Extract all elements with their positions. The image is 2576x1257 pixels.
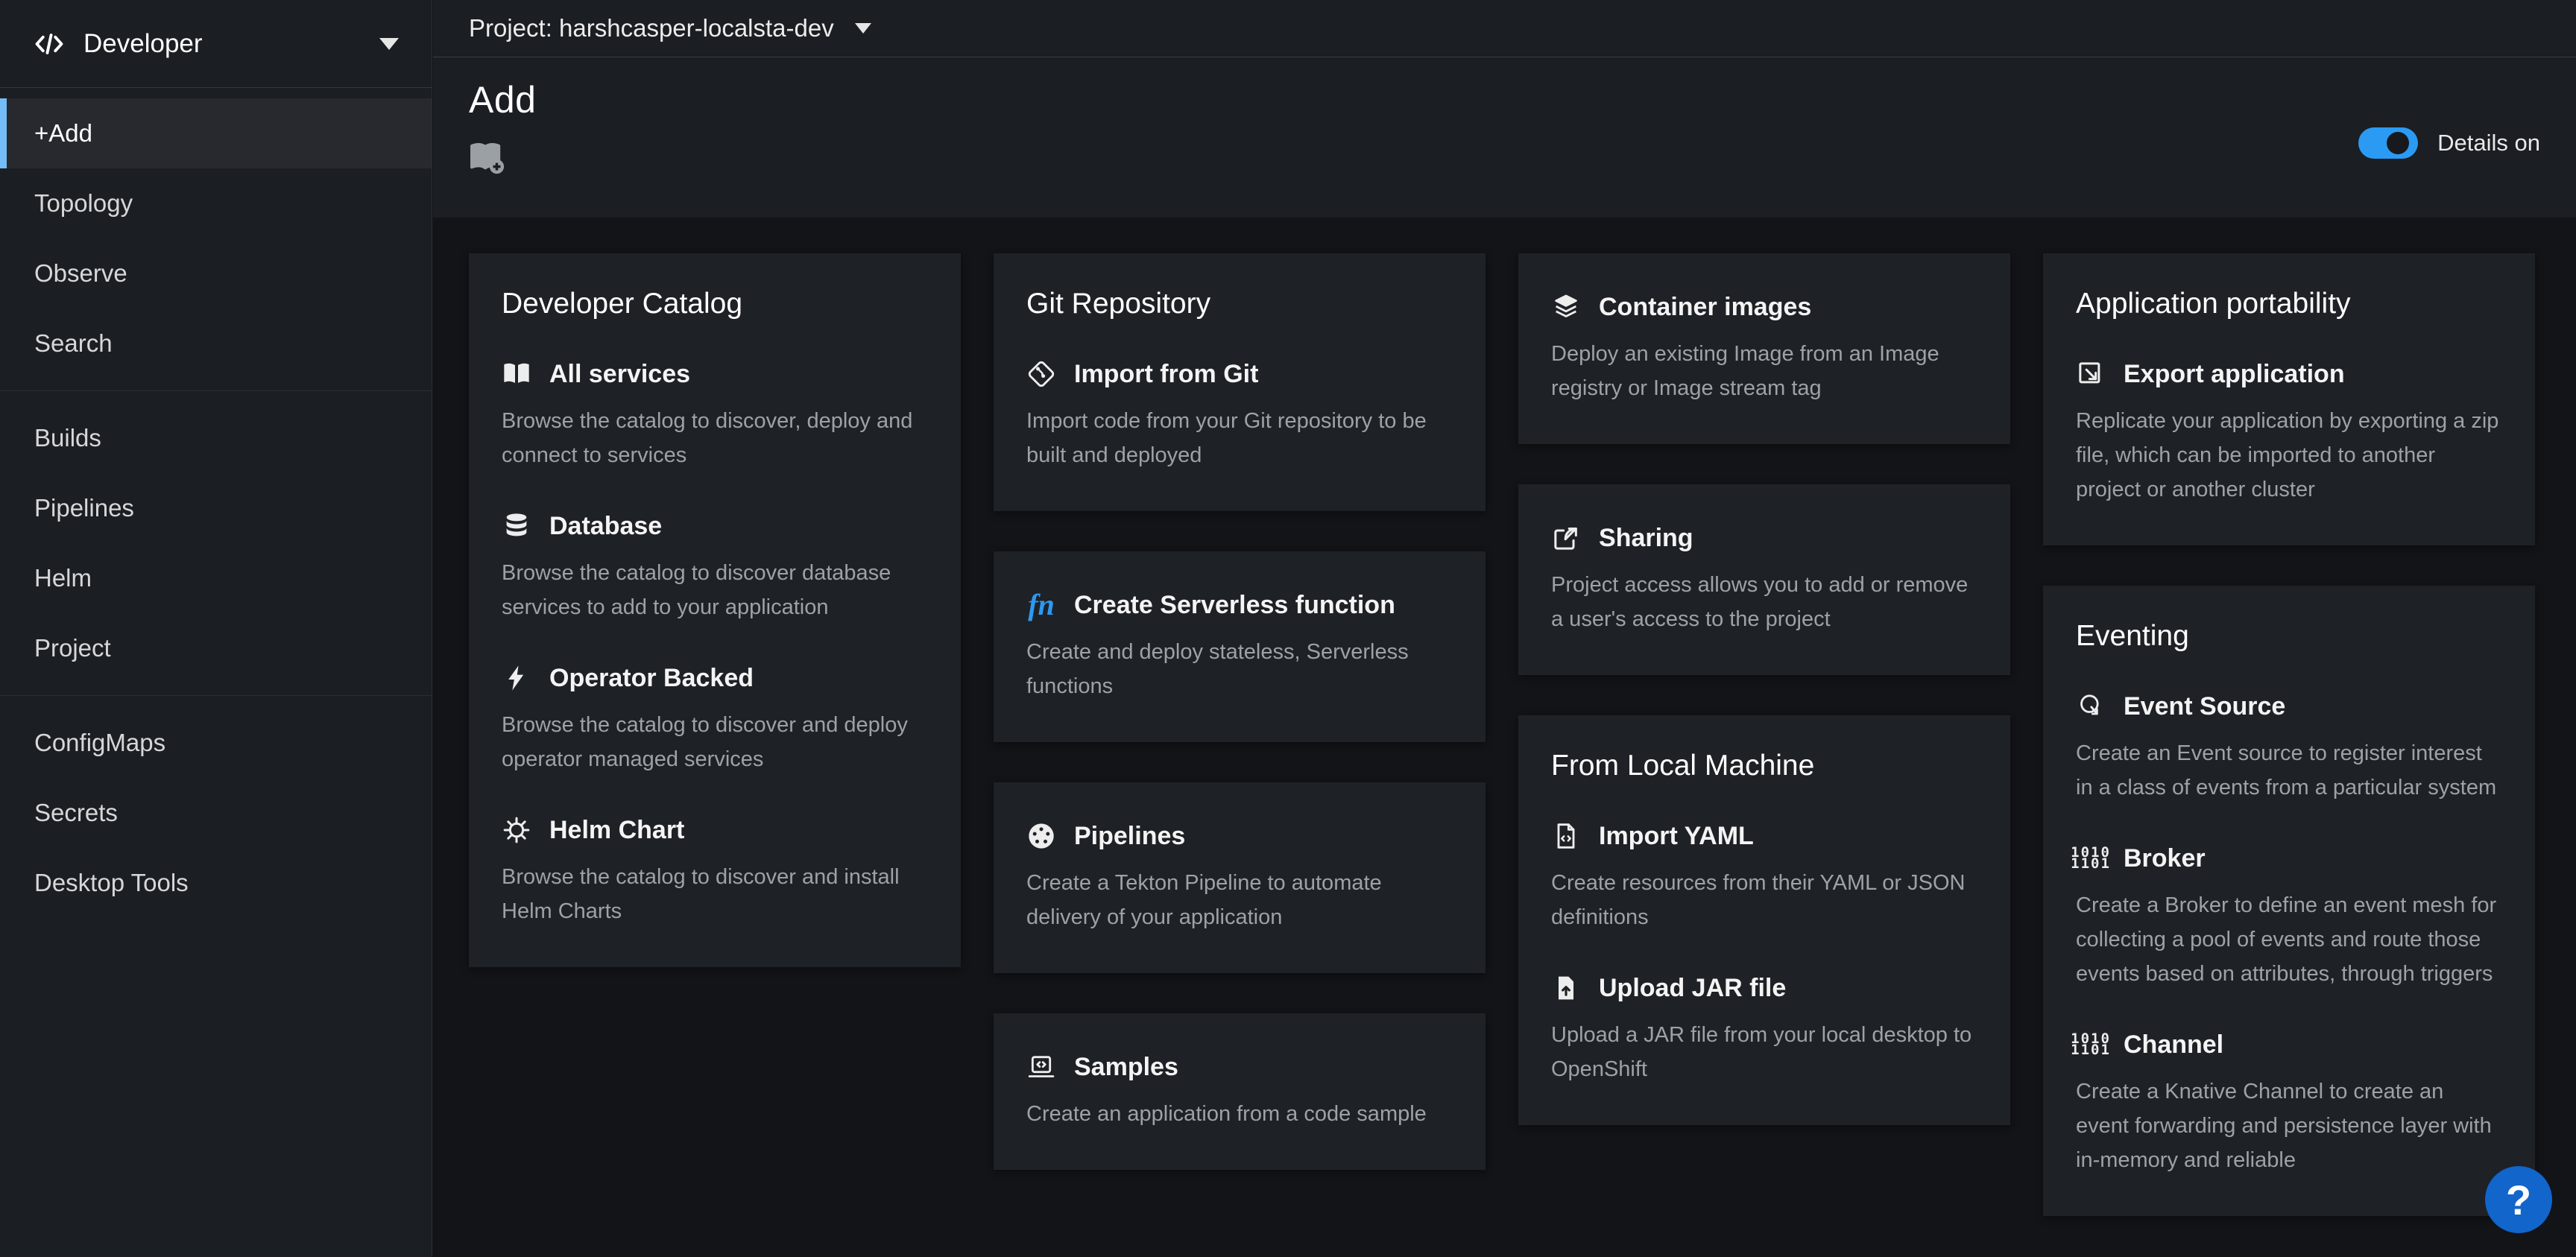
tekton-icon	[1026, 821, 1056, 851]
add-action-event-source[interactable]: Event Source Create an Event source to r…	[2076, 691, 2502, 805]
add-action-samples[interactable]: Samples Create an application from a cod…	[1026, 1052, 1453, 1131]
function-icon: fn	[1026, 590, 1056, 620]
details-toggle-label: Details on	[2437, 127, 2540, 159]
database-icon	[502, 511, 531, 541]
book-icon	[502, 359, 531, 389]
bolt-icon	[502, 663, 531, 693]
add-action-import-from-git[interactable]: Import from Git Import code from your Gi…	[1026, 359, 1453, 472]
binary-icon: 10101101	[2076, 1030, 2106, 1060]
upload-file-icon	[1551, 973, 1581, 1003]
card-title: Git Repository	[1026, 288, 1453, 320]
sidebar-item-topology[interactable]: Topology	[0, 168, 432, 238]
add-action-pipelines[interactable]: Pipelines Create a Tekton Pipeline to au…	[1026, 821, 1453, 934]
card-eventing: Eventing Event Source Create an Ev	[2043, 586, 2535, 1216]
add-page-content: Developer Catalog All services Browse th…	[433, 218, 2576, 1257]
sidebar-item-secrets[interactable]: Secrets	[0, 778, 432, 848]
share-icon	[1551, 523, 1581, 553]
export-icon	[2076, 359, 2106, 389]
project-dropdown[interactable]: Project: harshcasper-localsta-dev	[469, 14, 871, 42]
code-icon	[33, 28, 66, 60]
add-action-all-services[interactable]: All services Browse the catalog to disco…	[502, 359, 928, 472]
page-title: Add	[469, 78, 536, 121]
masthead: Project: harshcasper-localsta-dev	[433, 0, 2576, 57]
sidebar-divider	[0, 390, 432, 391]
page-header: Add Details on	[433, 57, 2576, 218]
book-plus-icon[interactable]	[469, 141, 506, 175]
add-action-helm-chart[interactable]: Helm Chart Browse the catalog to discove…	[502, 815, 928, 928]
add-action-create-serverless-function[interactable]: fn Create Serverless function Create and…	[1026, 590, 1453, 703]
add-action-import-yaml[interactable]: Import YAML Create resources from their …	[1551, 821, 1977, 934]
card-git-repository: Git Repository Import	[994, 253, 1486, 511]
add-action-channel[interactable]: 10101101 Channel Create a Knative Channe…	[2076, 1030, 2502, 1177]
card-title: Developer Catalog	[502, 288, 928, 320]
sidebar-item-search[interactable]: Search	[0, 308, 432, 379]
main-area: Project: harshcasper-localsta-dev Add De…	[433, 0, 2576, 1257]
chevron-down-icon	[855, 23, 871, 34]
card-pipelines: Pipelines Create a Tekton Pipeline to au…	[994, 782, 1486, 973]
git-icon	[1026, 359, 1056, 389]
sidebar-item-configmaps[interactable]: ConfigMaps	[0, 708, 432, 778]
add-action-sharing[interactable]: Sharing Project access allows you to add…	[1551, 523, 1977, 636]
question-icon: ?	[2506, 1176, 2531, 1224]
card-title: Application portability	[2076, 288, 2502, 320]
details-toggle[interactable]	[2358, 127, 2418, 159]
card-title: Eventing	[2076, 620, 2502, 653]
layers-icon	[1551, 292, 1581, 322]
card-developer-catalog: Developer Catalog All services Browse th…	[469, 253, 961, 967]
sidebar-divider	[0, 695, 432, 696]
sidebar-item-builds[interactable]: Builds	[0, 403, 432, 473]
sidebar-item-helm[interactable]: Helm	[0, 543, 432, 613]
add-action-broker[interactable]: 10101101 Broker Create a Broker to defin…	[2076, 843, 2502, 991]
chevron-down-icon	[379, 38, 399, 50]
sidebar-item-project[interactable]: Project	[0, 613, 432, 683]
sidebar-item-add[interactable]: +Add	[0, 98, 432, 168]
binary-icon: 10101101	[2076, 843, 2106, 873]
project-dropdown-label: Project: harshcasper-localsta-dev	[469, 14, 834, 42]
details-toggle-knob	[2387, 132, 2409, 154]
sidebar-nav: +Add Topology Observe Search Builds Pipe…	[0, 88, 432, 918]
perspective-switcher[interactable]: Developer	[0, 0, 432, 88]
sidebar-item-pipelines[interactable]: Pipelines	[0, 473, 432, 543]
card-container-images: Container images Deploy an existing Imag…	[1518, 253, 2010, 444]
samples-icon	[1026, 1052, 1056, 1082]
card-from-local-machine: From Local Machine Import YAML	[1518, 715, 2010, 1125]
card-title: From Local Machine	[1551, 750, 1977, 782]
add-action-operator-backed[interactable]: Operator Backed Browse the catalog to di…	[502, 663, 928, 776]
card-sharing: Sharing Project access allows you to add…	[1518, 484, 2010, 675]
add-action-container-images[interactable]: Container images Deploy an existing Imag…	[1551, 292, 1977, 405]
event-source-icon	[2076, 691, 2106, 721]
help-button[interactable]: ?	[2485, 1166, 2552, 1233]
card-application-portability: Application portability Export applicati…	[2043, 253, 2535, 545]
card-samples: Samples Create an application from a cod…	[994, 1013, 1486, 1170]
sidebar: Developer +Add Topology Observe Search B…	[0, 0, 432, 1257]
helm-icon	[502, 815, 531, 845]
sidebar-item-desktop-tools[interactable]: Desktop Tools	[0, 848, 432, 918]
add-action-database[interactable]: Database Browse the catalog to discover …	[502, 511, 928, 624]
add-action-upload-jar[interactable]: Upload JAR file Upload a JAR file from y…	[1551, 973, 1977, 1086]
perspective-label: Developer	[83, 29, 379, 59]
sidebar-item-observe[interactable]: Observe	[0, 238, 432, 308]
yaml-file-icon	[1551, 821, 1581, 851]
card-serverless-function: fn Create Serverless function Create and…	[994, 551, 1486, 742]
add-action-export-application[interactable]: Export application Replicate your applic…	[2076, 359, 2502, 507]
